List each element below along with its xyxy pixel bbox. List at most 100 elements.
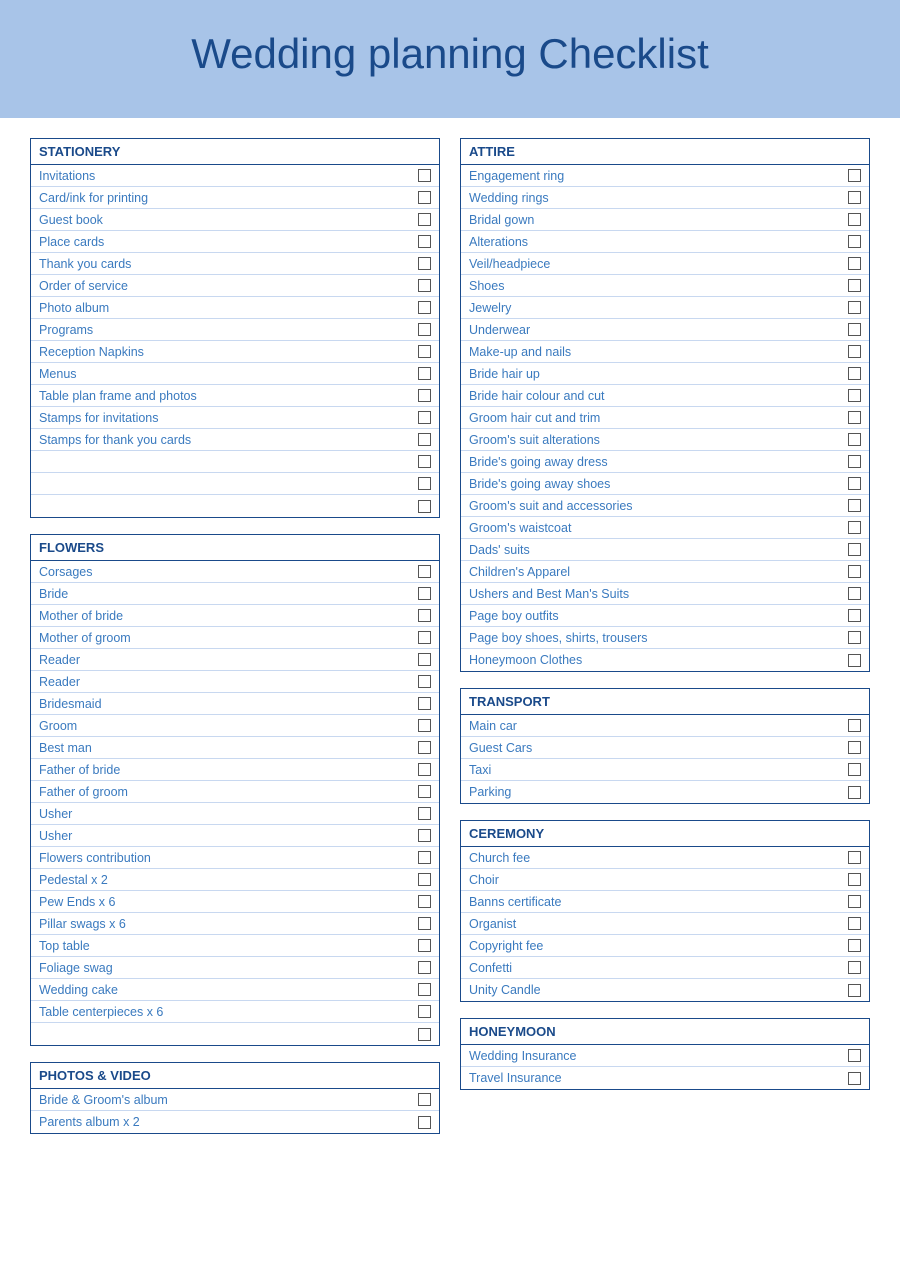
item-label: Table centerpieces x 6 [39, 1005, 410, 1019]
checkbox[interactable] [848, 609, 861, 622]
checkbox[interactable] [848, 917, 861, 930]
list-item: Thank you cards [31, 253, 439, 275]
checkbox[interactable] [848, 763, 861, 776]
checkbox[interactable] [418, 500, 431, 513]
checkbox[interactable] [848, 873, 861, 886]
attire-title: ATTIRE [461, 139, 869, 165]
stationery-list: InvitationsCard/ink for printingGuest bo… [31, 165, 439, 517]
checkbox[interactable] [848, 543, 861, 556]
list-item: Main car [461, 715, 869, 737]
item-label: Reader [39, 653, 410, 667]
page-title: Wedding planning Checklist [20, 30, 880, 78]
checkbox[interactable] [848, 521, 861, 534]
checkbox[interactable] [848, 279, 861, 292]
list-item: Church fee [461, 847, 869, 869]
checkbox[interactable] [418, 1005, 431, 1018]
checkbox[interactable] [418, 191, 431, 204]
checkbox[interactable] [848, 939, 861, 952]
checkbox[interactable] [848, 433, 861, 446]
checkbox[interactable] [418, 609, 431, 622]
checkbox[interactable] [418, 983, 431, 996]
list-item: Top table [31, 935, 439, 957]
checkbox[interactable] [418, 939, 431, 952]
checkbox[interactable] [848, 654, 861, 667]
checkbox[interactable] [418, 741, 431, 754]
checkbox[interactable] [418, 257, 431, 270]
checkbox[interactable] [848, 961, 861, 974]
checkbox[interactable] [418, 455, 431, 468]
item-label: Place cards [39, 235, 410, 249]
checkbox[interactable] [848, 455, 861, 468]
checkbox[interactable] [848, 499, 861, 512]
checkbox[interactable] [418, 1116, 431, 1129]
checkbox[interactable] [848, 741, 861, 754]
checkbox[interactable] [418, 807, 431, 820]
checkbox[interactable] [418, 1093, 431, 1106]
checkbox[interactable] [418, 785, 431, 798]
checkbox[interactable] [848, 1049, 861, 1062]
checkbox[interactable] [848, 367, 861, 380]
list-item: Stamps for thank you cards [31, 429, 439, 451]
checkbox[interactable] [848, 323, 861, 336]
checkbox[interactable] [848, 301, 861, 314]
checkbox[interactable] [418, 213, 431, 226]
checkbox[interactable] [848, 213, 861, 226]
checkbox[interactable] [418, 411, 431, 424]
checkbox[interactable] [848, 895, 861, 908]
item-label: Ushers and Best Man's Suits [469, 587, 840, 601]
checkbox[interactable] [418, 565, 431, 578]
checkbox[interactable] [418, 829, 431, 842]
checkbox[interactable] [848, 587, 861, 600]
list-item: Foliage swag [31, 957, 439, 979]
checkbox[interactable] [418, 1028, 431, 1041]
list-item: Unity Candle [461, 979, 869, 1001]
checkbox[interactable] [848, 719, 861, 732]
checkbox[interactable] [418, 719, 431, 732]
attire-section: ATTIRE Engagement ringWedding ringsBrida… [460, 138, 870, 672]
checkbox[interactable] [848, 169, 861, 182]
checkbox[interactable] [418, 345, 431, 358]
checkbox[interactable] [418, 697, 431, 710]
checkbox[interactable] [418, 433, 431, 446]
checkbox[interactable] [848, 235, 861, 248]
item-label: Reader [39, 675, 410, 689]
checkbox[interactable] [418, 631, 431, 644]
list-item: Choir [461, 869, 869, 891]
checkbox[interactable] [848, 984, 861, 997]
checkbox[interactable] [418, 917, 431, 930]
checkbox[interactable] [848, 1072, 861, 1085]
checkbox[interactable] [848, 477, 861, 490]
checkbox[interactable] [418, 851, 431, 864]
item-label: Bridal gown [469, 213, 840, 227]
checkbox[interactable] [418, 235, 431, 248]
list-item: Usher [31, 825, 439, 847]
checkbox[interactable] [418, 477, 431, 490]
checkbox[interactable] [848, 257, 861, 270]
checkbox[interactable] [848, 786, 861, 799]
checkbox[interactable] [848, 851, 861, 864]
checkbox[interactable] [848, 191, 861, 204]
list-item: Underwear [461, 319, 869, 341]
checkbox[interactable] [418, 279, 431, 292]
checkbox[interactable] [418, 873, 431, 886]
checkbox[interactable] [418, 367, 431, 380]
transport-list: Main carGuest CarsTaxiParking [461, 715, 869, 803]
checkbox[interactable] [848, 345, 861, 358]
checkbox[interactable] [418, 587, 431, 600]
checkbox[interactable] [418, 301, 431, 314]
checkbox[interactable] [848, 631, 861, 644]
item-label: Menus [39, 367, 410, 381]
checkbox[interactable] [848, 565, 861, 578]
checkbox[interactable] [418, 675, 431, 688]
checkbox[interactable] [418, 323, 431, 336]
checkbox[interactable] [418, 169, 431, 182]
item-label: Dads' suits [469, 543, 840, 557]
checkbox[interactable] [418, 961, 431, 974]
checkbox[interactable] [848, 389, 861, 402]
checkbox[interactable] [418, 895, 431, 908]
item-label: Bride hair colour and cut [469, 389, 840, 403]
checkbox[interactable] [418, 653, 431, 666]
checkbox[interactable] [418, 389, 431, 402]
checkbox[interactable] [418, 763, 431, 776]
checkbox[interactable] [848, 411, 861, 424]
